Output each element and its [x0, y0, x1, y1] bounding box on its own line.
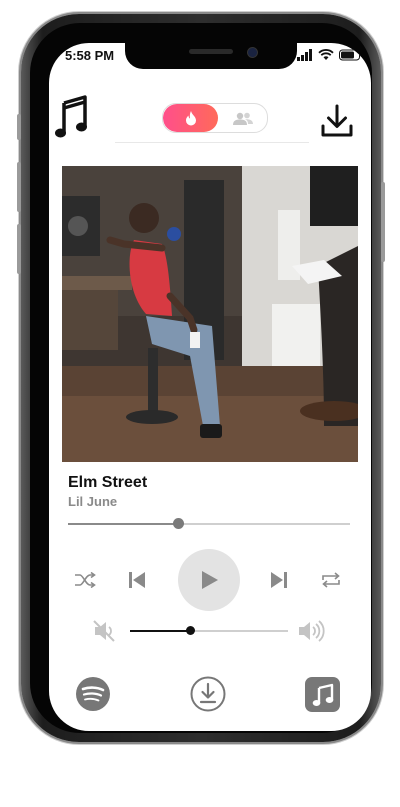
top-bar [49, 95, 371, 155]
apple-music-icon [312, 683, 334, 706]
volume-knob[interactable] [186, 626, 196, 635]
bottom-nav [49, 673, 371, 715]
repeat-button[interactable] [319, 569, 343, 591]
front-camera [247, 47, 258, 58]
artist-name[interactable]: Lil June [68, 494, 117, 509]
mode-toggle[interactable] [162, 103, 268, 133]
play-button[interactable] [178, 549, 240, 611]
spotify-icon[interactable] [76, 677, 110, 711]
volume-fill [130, 630, 191, 632]
playback-controls [49, 549, 371, 611]
wifi-icon [318, 49, 334, 60]
status-time: 5:58 PM [65, 48, 115, 63]
volume-down-button [17, 224, 21, 274]
volume-mute-icon[interactable] [93, 620, 119, 642]
volume-row [49, 615, 371, 645]
group-icon [233, 112, 253, 125]
power-button [381, 182, 385, 262]
download-icon[interactable] [319, 103, 355, 139]
status-icons [297, 49, 363, 61]
progress-bar[interactable] [68, 518, 350, 529]
progress-fill [68, 523, 178, 525]
volume-up-icon[interactable] [297, 619, 325, 643]
bezel: 5:58 PM Elm Street Lil June [30, 23, 372, 733]
download-circle-icon[interactable] [190, 676, 226, 712]
song-title: Elm Street [68, 474, 148, 491]
silent-switch [17, 114, 21, 140]
mode-toggle-active[interactable] [163, 104, 218, 132]
next-button[interactable] [268, 569, 290, 591]
skip-previous-icon [129, 572, 145, 588]
volume-slider[interactable] [130, 626, 288, 635]
flame-icon [185, 110, 196, 125]
skip-next-icon [271, 572, 287, 588]
notch [125, 43, 297, 69]
screen: 5:58 PM Elm Street Lil June [49, 43, 371, 731]
battery-icon [339, 49, 363, 61]
previous-button[interactable] [126, 569, 148, 591]
phone-frame: 5:58 PM Elm Street Lil June [17, 14, 385, 742]
apple-music-button[interactable] [305, 677, 340, 712]
play-icon [202, 571, 218, 589]
music-note-icon[interactable] [55, 95, 89, 139]
earpiece [189, 49, 233, 54]
progress-knob[interactable] [172, 518, 184, 529]
repeat-icon [322, 572, 340, 588]
album-artwork [62, 166, 358, 462]
signal-icon [297, 49, 312, 61]
mode-toggle-inactive[interactable] [219, 104, 267, 132]
shuffle-icon [75, 572, 96, 588]
volume-up-button [17, 162, 21, 212]
header-divider [115, 142, 309, 143]
shuffle-button[interactable] [73, 569, 97, 591]
